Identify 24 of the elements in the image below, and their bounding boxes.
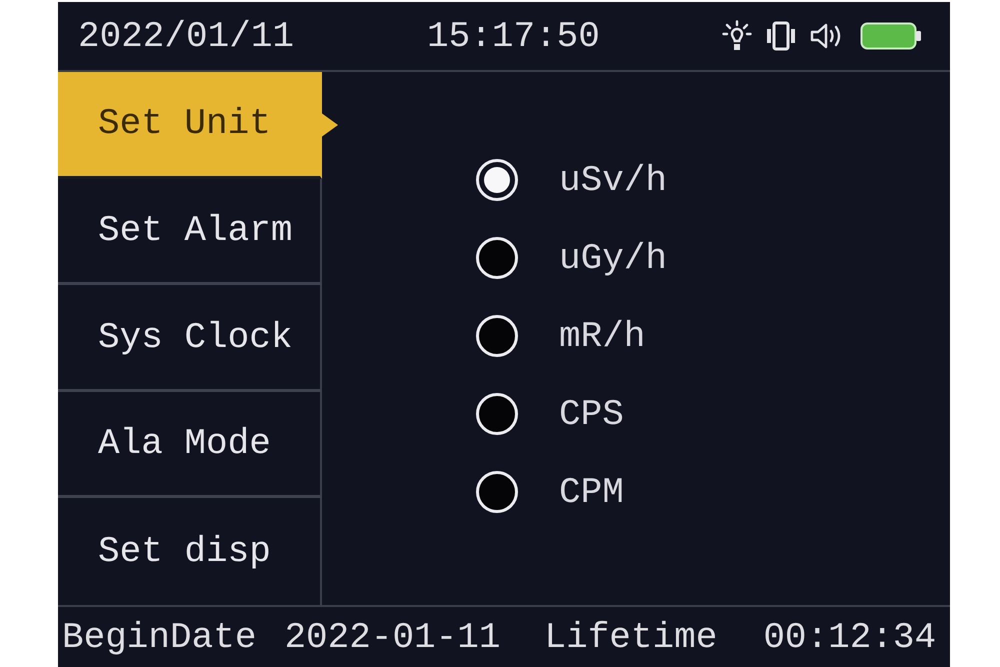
begin-date-label: BeginDate bbox=[62, 616, 256, 658]
menu-item[interactable]: Sys Clock bbox=[58, 285, 322, 392]
time-text: 15:17:50 bbox=[427, 16, 600, 56]
vibrate-icon bbox=[764, 21, 798, 51]
lifetime-value: 00:12:34 bbox=[763, 616, 936, 658]
pointer-icon bbox=[320, 112, 338, 138]
unit-label: mR/h bbox=[559, 316, 646, 356]
unit-label: CPM bbox=[559, 472, 624, 512]
radio-button[interactable] bbox=[475, 158, 519, 202]
radio-button[interactable] bbox=[475, 470, 519, 514]
unit-label: uSv/h bbox=[559, 160, 668, 200]
date-text: 2022/01/11 bbox=[78, 16, 294, 56]
radio-button[interactable] bbox=[475, 236, 519, 280]
menu-item[interactable]: Set Alarm bbox=[58, 178, 322, 286]
bulb-icon bbox=[722, 20, 752, 52]
battery-icon bbox=[860, 22, 922, 50]
lifetime-label: Lifetime bbox=[544, 616, 718, 658]
unit-label: uGy/h bbox=[559, 238, 668, 278]
unit-label: CPS bbox=[559, 394, 624, 434]
menu-item[interactable]: Ala Mode bbox=[58, 392, 322, 498]
radio-button[interactable] bbox=[475, 392, 519, 436]
menu-item[interactable]: Set disp bbox=[58, 498, 322, 606]
begin-date-value: 2022-01-11 bbox=[284, 616, 500, 658]
radio-button[interactable] bbox=[475, 314, 519, 358]
